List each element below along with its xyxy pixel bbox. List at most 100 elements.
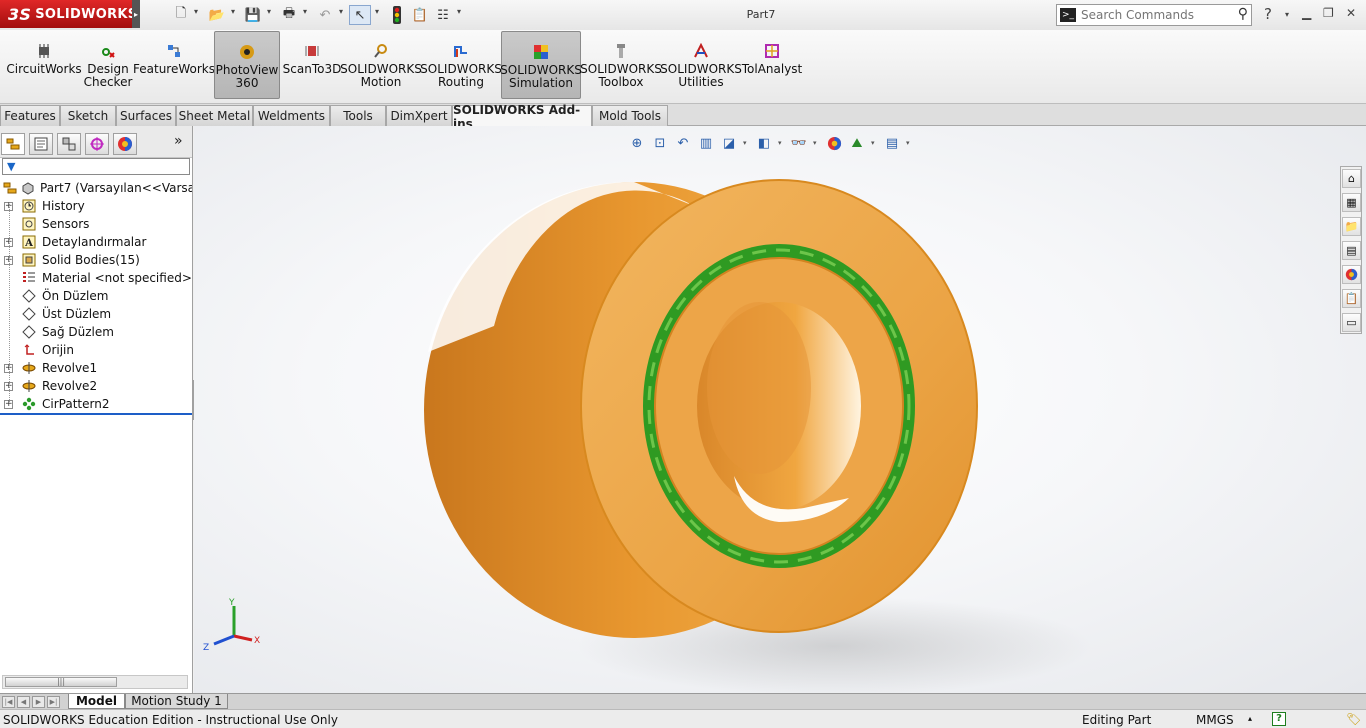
tab-sketch[interactable]: Sketch — [60, 105, 116, 126]
tree-item-annotations[interactable]: + A Detaylandırmalar — [0, 233, 192, 251]
plane-icon — [21, 306, 37, 322]
print-dropdown[interactable]: ▾ — [303, 7, 307, 16]
solidworks-utilities-button[interactable]: SOLIDWORKS Utilities — [660, 31, 742, 99]
sensor-icon — [21, 216, 37, 232]
simulation-icon — [534, 45, 548, 59]
tab-mold-tools[interactable]: Mold Tools — [592, 105, 668, 126]
select-icon[interactable]: ↖ — [349, 5, 371, 25]
tolanalyst-button[interactable]: TolAnalyst — [742, 31, 802, 99]
home-icon[interactable]: ⌂ — [1342, 169, 1361, 188]
feature-filter-field[interactable]: ▼ — [2, 158, 190, 175]
tree-item-revolve1[interactable]: + Revolve1 — [0, 359, 192, 377]
undo-dropdown[interactable]: ▾ — [339, 7, 343, 16]
new-icon[interactable]: 🗋 — [170, 5, 192, 25]
task-pane-tabs: ⌂ ▦ 📁 ▤ 📋 ▭ — [1340, 166, 1362, 334]
solidworks-motion-button[interactable]: SOLIDWORKS Motion — [340, 31, 422, 99]
command-prompt-icon: >_ — [1060, 8, 1076, 22]
save-dropdown[interactable]: ▾ — [267, 7, 271, 16]
menu-flyout-arrow[interactable]: ▸ — [132, 0, 140, 28]
custom-properties-icon[interactable]: 📋 — [1342, 289, 1361, 308]
restore-button[interactable]: ❐ — [1323, 6, 1334, 20]
close-button[interactable]: ✕ — [1346, 6, 1356, 20]
save-icon[interactable]: 💾 — [242, 5, 264, 25]
appearances-icon[interactable] — [1342, 265, 1361, 284]
status-help-icon[interactable]: ? — [1272, 712, 1286, 726]
units-dropdown-icon[interactable]: ▴ — [1248, 714, 1252, 723]
open-dropdown[interactable]: ▾ — [231, 7, 235, 16]
tab-surfaces[interactable]: Surfaces — [116, 105, 176, 126]
circuitworks-button[interactable]: CircuitWorks — [6, 31, 82, 99]
tree-item-solid-bodies[interactable]: + Solid Bodies(15) — [0, 251, 192, 269]
prev-tab-icon[interactable]: ◀ — [17, 696, 30, 708]
bore-shading — [707, 302, 811, 474]
file-properties-icon[interactable]: 📋 — [409, 5, 431, 25]
search-icon[interactable]: ⚲ — [1238, 6, 1248, 22]
tree-item-revolve2[interactable]: + Revolve2 — [0, 377, 192, 395]
tab-dimxpert[interactable]: DimXpert — [386, 105, 452, 126]
display-manager-tab-icon[interactable] — [113, 133, 137, 155]
last-tab-icon[interactable]: ▶| — [47, 696, 60, 708]
solidworks-routing-button[interactable]: SOLIDWORKS Routing — [420, 31, 502, 99]
help-dropdown[interactable]: ▾ — [1285, 10, 1289, 19]
options-dropdown[interactable]: ▾ — [457, 7, 461, 16]
tree-item-cirpattern2[interactable]: + CirPattern2 — [0, 395, 192, 413]
tree-item-right-plane[interactable]: Sağ Düzlem — [0, 323, 192, 341]
tree-item-top-plane[interactable]: Üst Düzlem — [0, 305, 192, 323]
search-input[interactable] — [1081, 7, 1231, 23]
minimize-button[interactable]: ▁ — [1302, 6, 1311, 20]
tree-item-origin[interactable]: Orijin — [0, 341, 192, 359]
tab-solidworks-add-ins[interactable]: SOLIDWORKS Add-ins — [452, 103, 592, 131]
command-manager: CircuitWorks Design Checker FeatureWorks… — [0, 30, 1366, 104]
panel-horizontal-scrollbar[interactable]: ||| — [2, 675, 188, 689]
dimxpert-manager-tab-icon[interactable] — [85, 133, 109, 155]
help-icon[interactable]: ? — [1264, 5, 1272, 23]
tab-weldments[interactable]: Weldments — [253, 105, 330, 126]
tree-item-material[interactable]: Material <not specified> — [0, 269, 192, 287]
tab-tools[interactable]: Tools — [330, 105, 386, 126]
file-explorer-icon[interactable]: ▤ — [1342, 241, 1361, 260]
options-icon[interactable]: ☷ — [432, 5, 454, 25]
rollback-bar[interactable] — [0, 413, 192, 415]
new-dropdown[interactable]: ▾ — [194, 7, 198, 16]
tab-model[interactable]: Model — [68, 694, 125, 709]
tab-features[interactable]: Features — [0, 105, 60, 126]
photoview-360-button[interactable]: PhotoView 360 — [214, 31, 280, 99]
print-icon[interactable]: 🖶 — [278, 5, 300, 25]
tree-connector-line — [9, 204, 10, 402]
featureworks-button[interactable]: FeatureWorks — [133, 31, 215, 99]
tag-icon[interactable]: 🏷 — [1346, 712, 1361, 726]
tree-item-sensors[interactable]: Sensors — [0, 215, 192, 233]
open-icon[interactable]: 📂 — [206, 5, 228, 25]
next-tab-icon[interactable]: ▶ — [32, 696, 45, 708]
undo-icon[interactable]: ↶ — [314, 5, 336, 25]
forum-icon[interactable]: ▭ — [1342, 313, 1361, 332]
design-checker-button[interactable]: Design Checker — [82, 31, 134, 99]
scanto3d-button[interactable]: ScanTo3D — [283, 31, 341, 99]
rebuild-icon[interactable] — [386, 5, 408, 25]
units-selector[interactable]: MMGS — [1196, 713, 1234, 727]
solidworks-simulation-button[interactable]: SOLIDWORKS Simulation — [500, 31, 582, 99]
command-manager-tabs: Features Sketch Surfaces Sheet Metal Wel… — [0, 103, 1366, 131]
tree-root-part[interactable]: Part7 (Varsayılan<<Varsayılan>_Görünüm D… — [0, 179, 192, 197]
graphics-area[interactable]: ⊕ ⊡ ↶ ▥ ◪ ▾ ◧ ▾ 👓 ▾ ⛰ ▾ ▤ ▾ ◫ ◧ ▁ ❐ ✕ — [194, 126, 1366, 693]
solidworks-resources-icon[interactable]: ▦ — [1342, 193, 1361, 212]
tab-motion-study-1[interactable]: Motion Study 1 — [125, 694, 228, 709]
solidworks-logo[interactable]: 3S SOLIDWORKS — [0, 0, 137, 28]
first-tab-icon[interactable]: |◀ — [2, 696, 15, 708]
select-dropdown[interactable]: ▾ — [375, 7, 379, 16]
revolve-icon — [21, 378, 37, 394]
tree-item-front-plane[interactable]: Ön Düzlem — [0, 287, 192, 305]
search-commands-box[interactable]: >_ ⚲ — [1056, 4, 1252, 26]
tab-sheet-metal[interactable]: Sheet Metal — [176, 105, 253, 126]
solidworks-toolbox-button[interactable]: SOLIDWORKS Toolbox — [580, 31, 662, 99]
feature-manager-panel: » ▼ Part7 (Varsayılan<<Varsayılan>_Görün… — [0, 126, 193, 693]
configuration-manager-tab-icon[interactable] — [57, 133, 81, 155]
tolanalyst-icon — [765, 44, 779, 58]
design-library-icon[interactable]: 📁 — [1342, 217, 1361, 236]
property-manager-tab-icon[interactable] — [29, 133, 53, 155]
scrollbar-thumb[interactable]: ||| — [5, 677, 117, 687]
panel-expand-icon[interactable]: » — [174, 133, 183, 149]
bearing-model[interactable] — [194, 126, 1366, 693]
feature-manager-tab-icon[interactable] — [1, 133, 25, 155]
tree-item-history[interactable]: + History — [0, 197, 192, 215]
